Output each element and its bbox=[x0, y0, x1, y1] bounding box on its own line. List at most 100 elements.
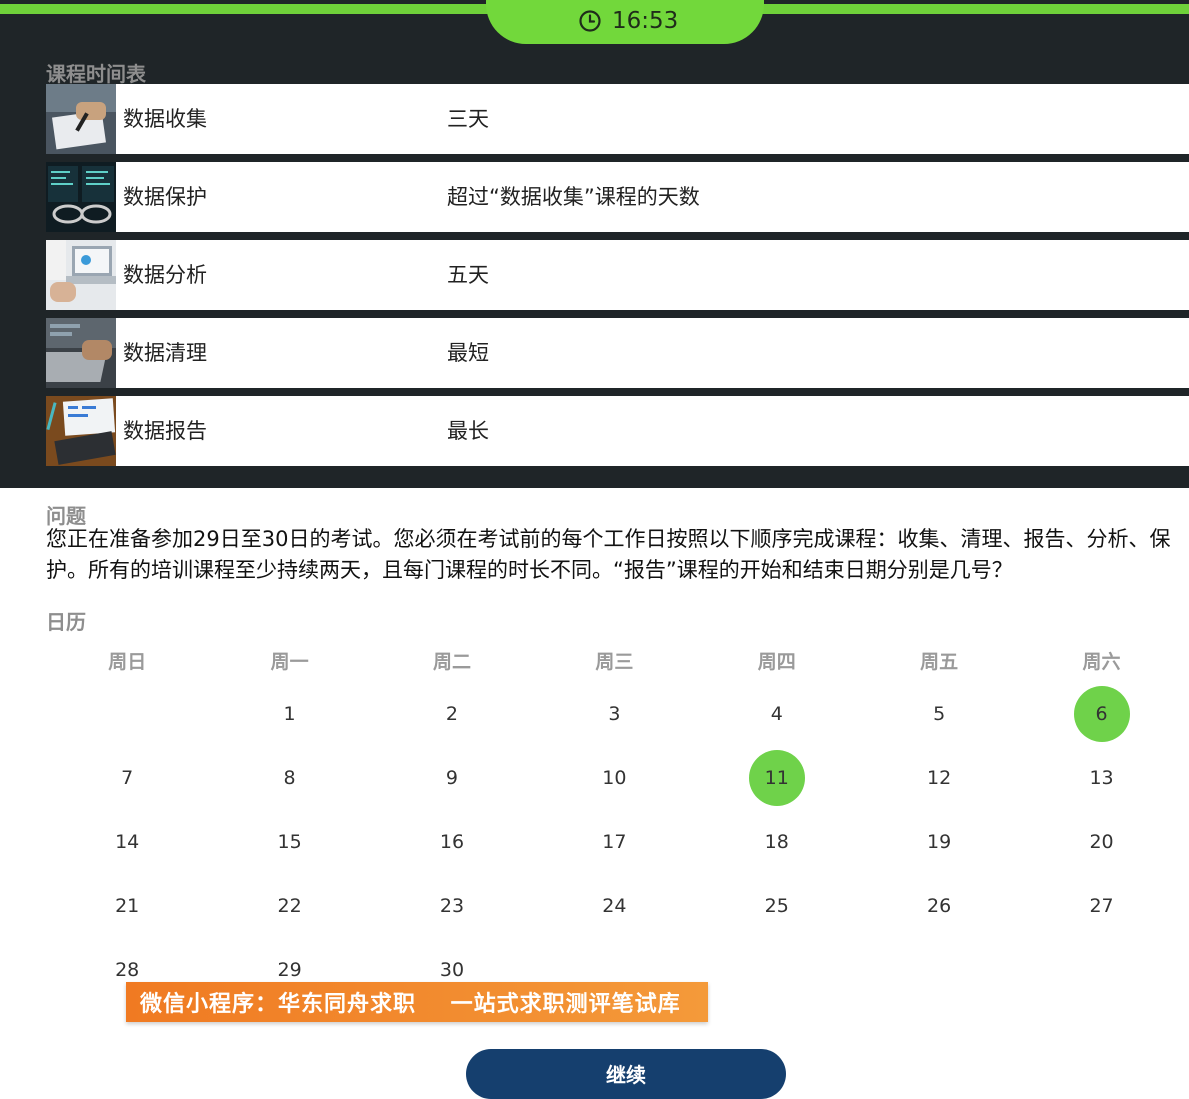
calendar-day-number: 24 bbox=[602, 895, 627, 917]
calendar-title: 日历 bbox=[46, 610, 86, 634]
calendar-day[interactable]: 23 bbox=[371, 876, 533, 936]
calendar-day-number: 8 bbox=[283, 767, 296, 789]
calendar-day-number: 11 bbox=[764, 767, 789, 789]
weekday-label: 周日 bbox=[108, 651, 147, 673]
course-duration: 超过“数据收集”课程的天数 bbox=[447, 185, 700, 209]
continue-button[interactable]: 继续 bbox=[466, 1049, 786, 1099]
calendar-day-number: 29 bbox=[277, 959, 302, 981]
weekday-label: 周二 bbox=[432, 651, 471, 673]
calendar-day-number: 4 bbox=[770, 703, 783, 725]
calendar-day[interactable]: 9 bbox=[371, 748, 533, 808]
promo-banner: 微信小程序：华东同舟求职 一站式求职测评笔试库 bbox=[126, 982, 708, 1022]
calendar-day-number: 25 bbox=[764, 895, 789, 917]
calendar-day-number: 14 bbox=[115, 831, 140, 853]
course-list: 数据收集 三天 数据保护 超过“数据收集”课程的天数 数据分析 五天 数据清理 … bbox=[46, 84, 1189, 474]
calendar-day-number: 20 bbox=[1089, 831, 1114, 853]
course-name: 数据保护 bbox=[123, 185, 207, 209]
calendar-week-row: 7 8 9 10 11 12 13 bbox=[46, 748, 1183, 808]
calendar-day[interactable]: 4 bbox=[696, 684, 858, 744]
calendar-day[interactable]: 15 bbox=[208, 812, 370, 872]
calendar-day-number: 19 bbox=[927, 831, 952, 853]
calendar-day-number: 6 bbox=[1095, 703, 1108, 725]
calendar-day[interactable]: 8 bbox=[208, 748, 370, 808]
calendar-day[interactable]: 21 bbox=[46, 876, 208, 936]
clock-icon bbox=[579, 10, 601, 32]
calendar-empty-cell bbox=[46, 684, 208, 744]
calendar-day-number: 26 bbox=[927, 895, 952, 917]
calendar-day-number: 7 bbox=[121, 767, 134, 789]
course-duration: 五天 bbox=[447, 263, 489, 287]
calendar-day[interactable]: 14 bbox=[46, 812, 208, 872]
calendar-day[interactable]: 10 bbox=[533, 748, 695, 808]
calendar-day[interactable]: 20 bbox=[1020, 812, 1182, 872]
laptop-typing-image bbox=[46, 318, 116, 388]
calendar-day-number: 30 bbox=[439, 959, 465, 981]
calendar-day[interactable]: 6 bbox=[1020, 684, 1182, 744]
course-duration: 最短 bbox=[447, 341, 489, 365]
calendar-day[interactable]: 19 bbox=[858, 812, 1020, 872]
calendar-day[interactable]: 2 bbox=[371, 684, 533, 744]
calendar-day[interactable]: 26 bbox=[858, 876, 1020, 936]
calendar-empty-cell bbox=[1020, 940, 1182, 1000]
course-row: 数据报告 最长 bbox=[46, 396, 1189, 466]
course-row: 数据保护 超过“数据收集”课程的天数 bbox=[46, 162, 1189, 232]
calendar-day[interactable]: 25 bbox=[696, 876, 858, 936]
calendar-day-number: 1 bbox=[283, 703, 296, 725]
calendar-empty-cell bbox=[858, 940, 1020, 1000]
calendar-day-number: 18 bbox=[764, 831, 789, 853]
calendar-day[interactable]: 27 bbox=[1020, 876, 1182, 936]
calendar-day[interactable]: 18 bbox=[696, 812, 858, 872]
calendar-day-number: 3 bbox=[608, 703, 621, 725]
calendar-week-row: 14 15 16 17 18 19 20 bbox=[46, 812, 1183, 872]
writing-notes-image bbox=[46, 84, 116, 154]
question-text: 您正在准备参加29日至30日的考试。您必须在考试前的每个工作日按照以下顺序完成课… bbox=[46, 527, 1171, 582]
calendar-day-number: 5 bbox=[933, 703, 946, 725]
calendar-day-number: 17 bbox=[602, 831, 627, 853]
calendar-day[interactable]: 5 bbox=[858, 684, 1020, 744]
calendar-day[interactable]: 11 bbox=[696, 748, 858, 808]
course-name: 数据报告 bbox=[123, 419, 207, 443]
calendar-week-row: 21 22 23 24 25 26 27 bbox=[46, 876, 1183, 936]
calendar-day-number: 9 bbox=[445, 767, 459, 789]
report-desk-image bbox=[46, 396, 116, 466]
weekday-label: 周四 bbox=[757, 651, 796, 673]
timer-tab: 16:53 bbox=[486, 0, 764, 44]
calendar-day[interactable]: 7 bbox=[46, 748, 208, 808]
calendar-day[interactable]: 24 bbox=[533, 876, 695, 936]
weekday-label: 周一 bbox=[270, 651, 309, 673]
calendar-week-row: 1 2 3 4 5 6 bbox=[46, 684, 1183, 744]
calendar-weekday-header: 周日 周一 周二 周三 周四 周五 周六 bbox=[46, 647, 1183, 674]
weekday-label: 周六 bbox=[1082, 651, 1121, 673]
calendar-day-number: 22 bbox=[277, 895, 302, 917]
code-screens-image bbox=[46, 162, 116, 232]
weekday-label: 周五 bbox=[920, 651, 959, 673]
course-name: 数据收集 bbox=[123, 107, 207, 131]
course-row: 数据清理 最短 bbox=[46, 318, 1189, 388]
calendar-day[interactable]: 22 bbox=[208, 876, 370, 936]
calendar-day-number: 2 bbox=[445, 703, 459, 725]
calendar-day[interactable]: 13 bbox=[1020, 748, 1182, 808]
calendar-day[interactable]: 16 bbox=[371, 812, 533, 872]
timer-display: 16:53 bbox=[612, 8, 679, 34]
calendar-day[interactable]: 3 bbox=[533, 684, 695, 744]
calendar-day-number: 15 bbox=[277, 831, 302, 853]
calendar-day-number: 16 bbox=[439, 831, 465, 853]
calendar-day[interactable]: 17 bbox=[533, 812, 695, 872]
calendar-day-number: 12 bbox=[927, 767, 952, 789]
calendar-day-number: 23 bbox=[439, 895, 465, 917]
calendar-empty-cell bbox=[696, 940, 858, 1000]
calendar-day-number: 27 bbox=[1089, 895, 1114, 917]
calendar-day-number: 10 bbox=[602, 767, 627, 789]
calendar-day-number: 21 bbox=[115, 895, 140, 917]
course-duration: 三天 bbox=[447, 107, 489, 131]
course-name: 数据分析 bbox=[123, 263, 207, 287]
course-name: 数据清理 bbox=[123, 341, 207, 365]
calendar-day[interactable]: 1 bbox=[208, 684, 370, 744]
calendar-day[interactable]: 12 bbox=[858, 748, 1020, 808]
course-duration: 最长 bbox=[447, 419, 489, 443]
calendar-day-number: 13 bbox=[1089, 767, 1114, 789]
laptop-work-image bbox=[46, 240, 116, 310]
calendar-day-number: 28 bbox=[115, 959, 140, 981]
course-row: 数据收集 三天 bbox=[46, 84, 1189, 154]
schedule-title: 课程时间表 bbox=[46, 62, 146, 86]
